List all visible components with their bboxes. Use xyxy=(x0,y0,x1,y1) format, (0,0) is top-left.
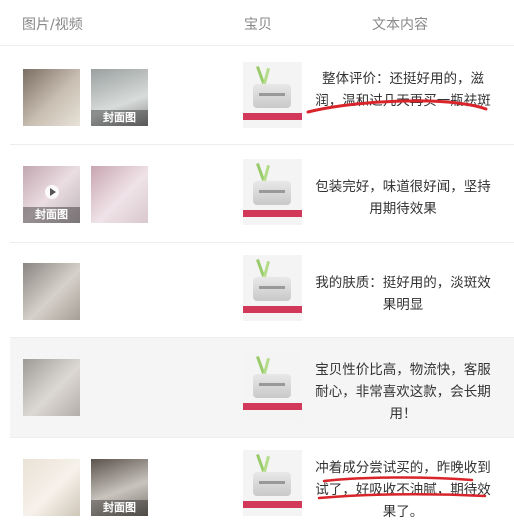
column-header-text: 文本内容 xyxy=(372,17,428,33)
annotation-underline-3 xyxy=(317,493,487,500)
annotation-underline-2 xyxy=(322,476,474,483)
review-photo[interactable] xyxy=(23,69,80,126)
review-row-2: 封面图 包装完好，味道很好闻，坚持用期待效果 xyxy=(10,145,514,243)
review-row-3: 我的肤质：挺好用的，淡斑效果明显 xyxy=(10,243,514,338)
review-photo[interactable] xyxy=(23,263,80,320)
column-header-media: 图片/视频 xyxy=(22,17,83,33)
table-header: 图片/视频 宝贝 文本内容 xyxy=(0,0,514,46)
product-thumbnail[interactable] xyxy=(243,352,302,418)
cover-label: 封面图 xyxy=(91,500,148,516)
review-photo[interactable] xyxy=(23,459,80,516)
review-video-cover[interactable]: 封面图 xyxy=(91,459,148,516)
review-photo[interactable] xyxy=(91,166,148,223)
product-thumbnail[interactable] xyxy=(243,62,302,128)
column-header-item: 宝贝 xyxy=(244,17,272,33)
review-photo[interactable] xyxy=(23,359,80,416)
product-thumbnail[interactable] xyxy=(243,450,302,516)
cover-label: 封面图 xyxy=(91,110,148,126)
review-text: 包装完好，味道很好闻，坚持用期待效果 xyxy=(315,179,491,217)
annotation-underline-1 xyxy=(306,99,488,114)
review-video-cover[interactable]: 封面图 xyxy=(91,69,148,126)
review-text: 宝贝性价比高，物流快，客服耐心，非常喜欢这款，会长期用！ xyxy=(315,362,491,422)
product-thumbnail[interactable] xyxy=(243,159,302,225)
play-icon xyxy=(45,185,59,199)
review-row-4: 宝贝性价比高，物流快，客服耐心，非常喜欢这款，会长期用！ xyxy=(10,338,514,438)
product-thumbnail[interactable] xyxy=(243,255,302,321)
review-text: 我的肤质：挺好用的，淡斑效果明显 xyxy=(315,275,491,313)
review-video-cover[interactable]: 封面图 xyxy=(23,166,80,223)
cover-label: 封面图 xyxy=(23,207,80,223)
